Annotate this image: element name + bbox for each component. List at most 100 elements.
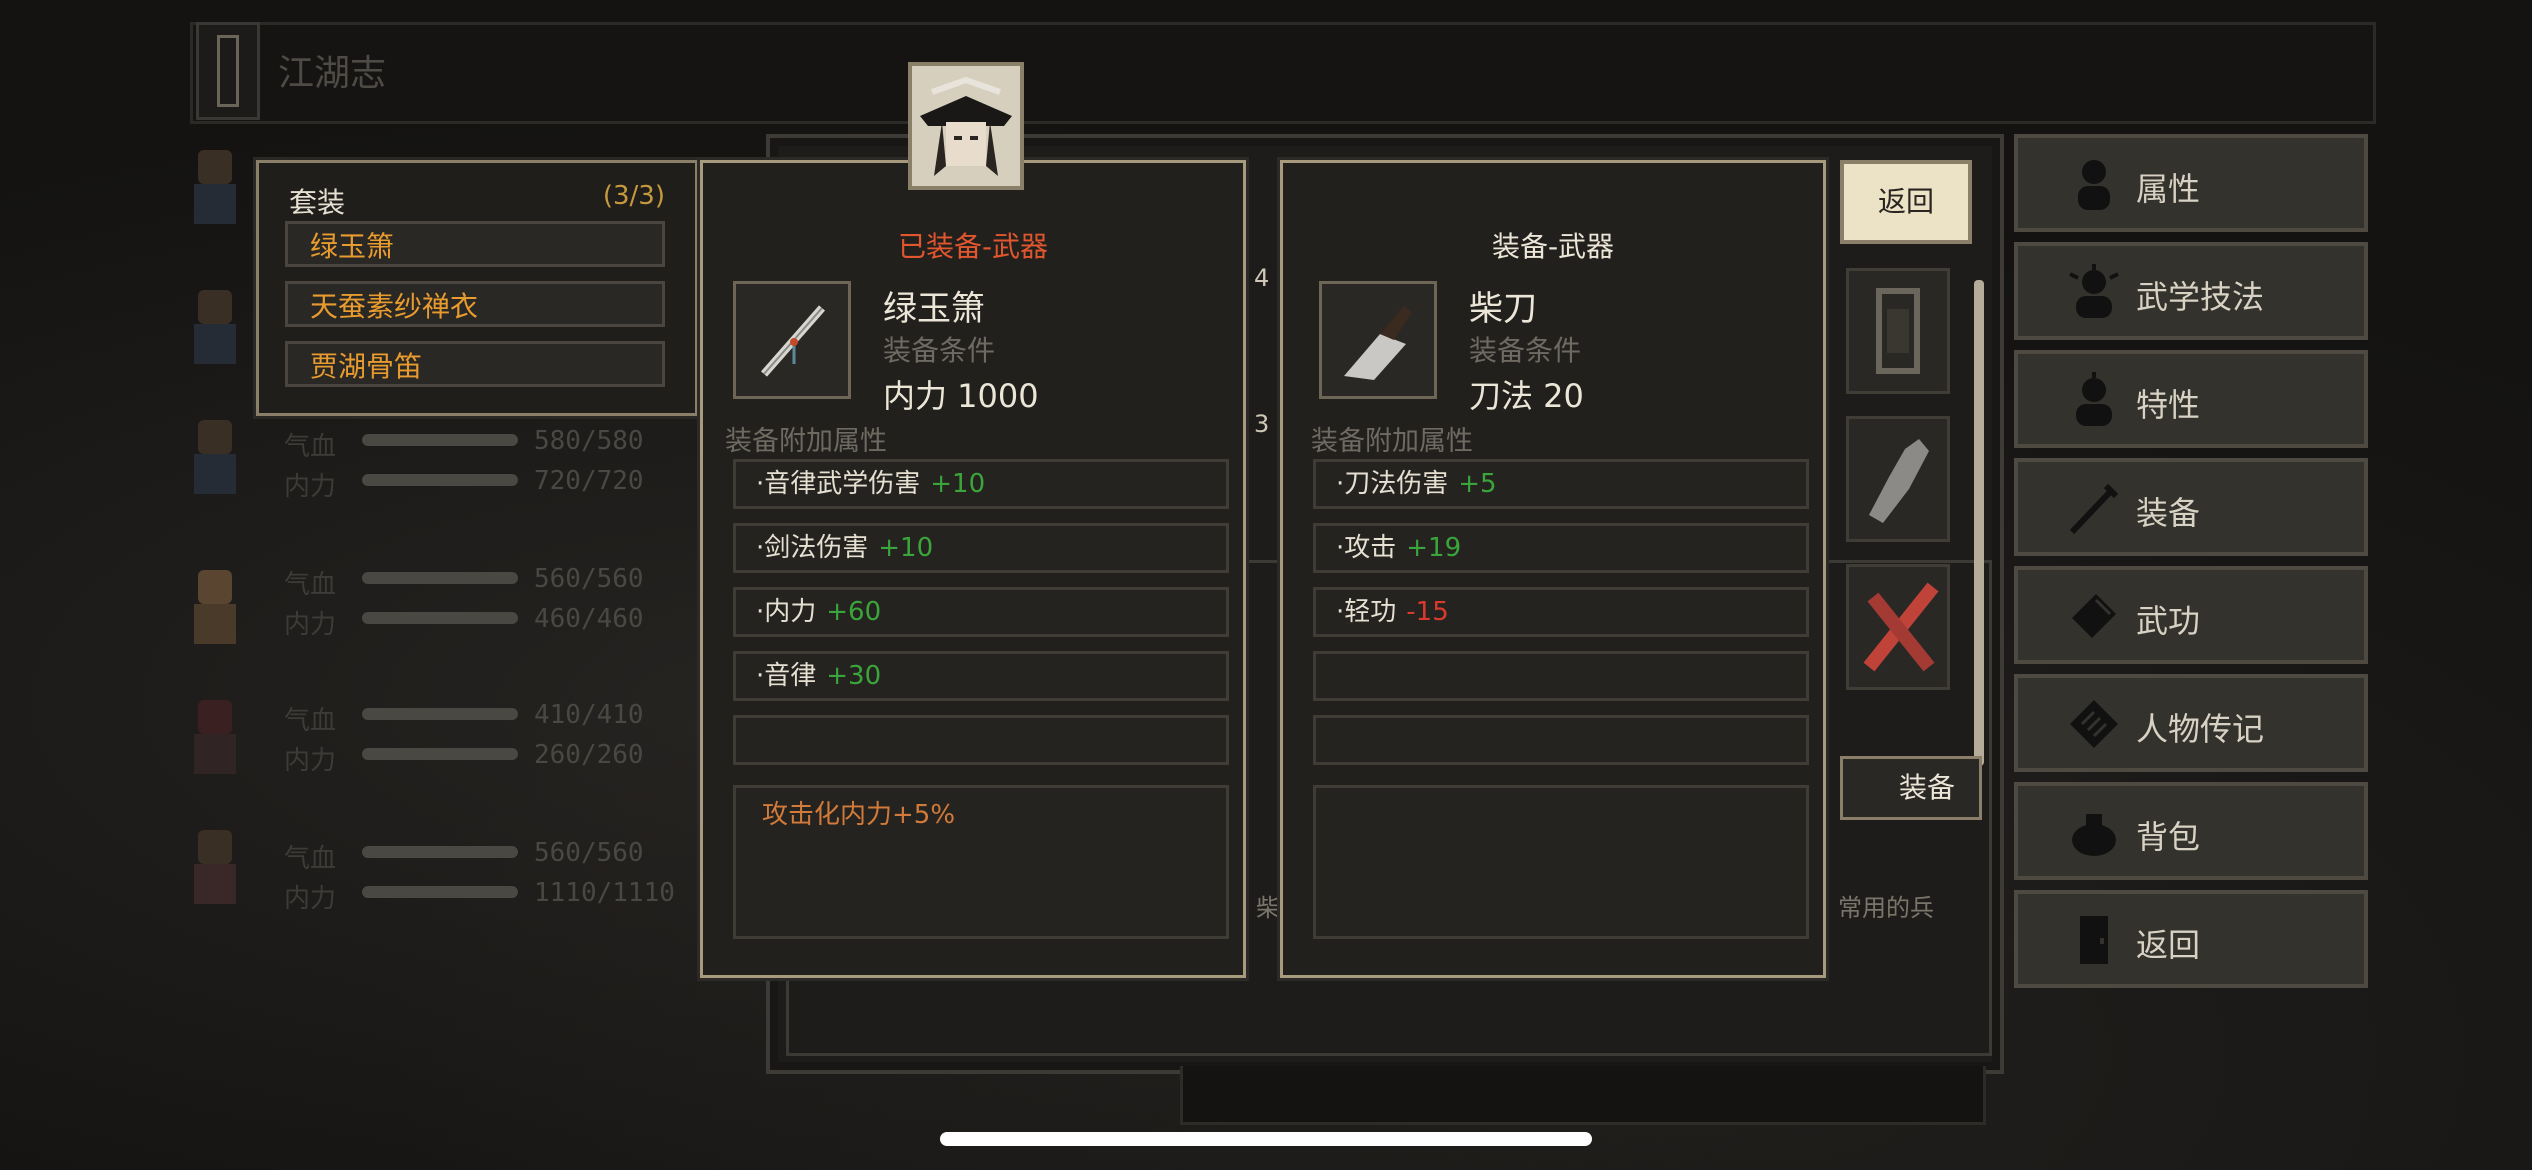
- equip-slot-weapon[interactable]: [1846, 564, 1950, 690]
- attribute-row: ·攻击 +19: [1313, 523, 1809, 573]
- cleaver-icon: [1344, 306, 1412, 380]
- equip-button[interactable]: 装备: [1840, 756, 1982, 820]
- item-name: 绿玉箫: [883, 289, 985, 329]
- menu-attributes[interactable]: 属性: [2014, 134, 2368, 232]
- attribute-label: 装备附加属性: [1311, 426, 1473, 457]
- hp-bar: [362, 846, 518, 858]
- sword-icon: [2069, 483, 2119, 535]
- card-header: 已装备-武器: [897, 230, 1049, 263]
- attribute-row-empty: [1313, 651, 1809, 701]
- menu-bag[interactable]: 背包: [2014, 782, 2368, 880]
- scroll-icon: [196, 22, 260, 120]
- set-count: (3/3): [602, 181, 665, 211]
- page-title: 江湖志: [278, 53, 387, 94]
- set-item[interactable]: 贾湖骨笛: [285, 341, 665, 387]
- lantern-icon: [1876, 288, 1920, 374]
- mp-bar: [362, 612, 518, 624]
- mp-label: 内力: [284, 610, 337, 640]
- card-header: 装备-武器: [1491, 230, 1615, 263]
- hp-bar: [362, 572, 518, 584]
- mp-value: 460/460: [534, 604, 644, 634]
- hp-value: 410/410: [534, 700, 644, 730]
- slot-mark: 柴: [1256, 894, 1280, 922]
- martial-skill-icon: [2069, 264, 2119, 318]
- attribute-row: ·剑法伤害 +10: [733, 523, 1229, 573]
- attribute-row-empty: [733, 715, 1229, 765]
- menu-traits[interactable]: 特性: [2014, 350, 2368, 448]
- requirement-label: 装备条件: [883, 334, 996, 367]
- mp-value: 1110/1110: [534, 878, 675, 908]
- hp-bar: [362, 434, 518, 446]
- set-bonus-panel: 套装 (3/3) 绿玉箫 天蚕素纱禅衣 贾湖骨笛: [253, 157, 701, 419]
- mp-bar: [362, 474, 518, 486]
- bottom-strip: [1180, 1066, 1986, 1125]
- unequip-weapon-icon: [1863, 582, 1939, 672]
- mp-value: 260/260: [534, 740, 644, 770]
- attribute-row: ·刀法伤害 +5: [1313, 459, 1809, 509]
- attribute-row: ·轻功 -15: [1313, 587, 1809, 637]
- party-portrait[interactable]: [180, 140, 250, 230]
- menu-return[interactable]: 返回: [2014, 890, 2368, 988]
- item-icon: [733, 281, 851, 399]
- mp-label: 内力: [284, 472, 337, 502]
- menu-equipment[interactable]: 装备: [2014, 458, 2368, 556]
- requirement-label: 装备条件: [1469, 334, 1582, 367]
- menu-martial-skills[interactable]: 武学技法: [2014, 242, 2368, 340]
- hp-value: 560/560: [534, 838, 644, 868]
- party-portrait[interactable]: [180, 560, 250, 650]
- attribute-row: ·内力 +60: [733, 587, 1229, 637]
- mp-value: 720/720: [534, 466, 644, 496]
- party-portrait[interactable]: [180, 820, 250, 910]
- book-icon: [2072, 594, 2116, 638]
- slot-mark: 3: [1254, 410, 1270, 438]
- glove-icon: [1869, 439, 1929, 523]
- mp-bar: [362, 886, 518, 898]
- hp-value: 560/560: [534, 564, 644, 594]
- set-title: 套装: [289, 186, 346, 219]
- requirement-value: 内力 1000: [883, 377, 1039, 415]
- hp-label: 气血: [284, 844, 337, 874]
- attribute-row: ·音律武学伤害 +10: [733, 459, 1229, 509]
- hp-label: 气血: [284, 570, 337, 600]
- mp-label: 内力: [284, 746, 337, 776]
- equip-slot-accessory[interactable]: [1846, 268, 1950, 394]
- requirement-value: 刀法 20: [1469, 377, 1584, 415]
- biography-icon: [2070, 700, 2118, 748]
- attribute-label: 装备附加属性: [725, 426, 887, 457]
- avatar: [912, 66, 1020, 186]
- trait-icon: [2076, 372, 2112, 426]
- party-portrait[interactable]: [180, 280, 250, 370]
- party-portrait[interactable]: [180, 690, 250, 780]
- return-button[interactable]: 返回: [1840, 160, 1972, 244]
- menu-biography[interactable]: 人物传记: [2014, 674, 2368, 772]
- equip-slot-glove[interactable]: [1846, 416, 1950, 542]
- party-portrait[interactable]: [180, 410, 250, 500]
- slot-scrollbar[interactable]: [1974, 280, 1984, 766]
- hp-label: 气血: [284, 432, 337, 462]
- attribute-row-empty: [1313, 715, 1809, 765]
- item-description-fragment: 常用的兵: [1838, 894, 1934, 922]
- mp-bar: [362, 748, 518, 760]
- hp-value: 580/580: [534, 426, 644, 456]
- hp-label: 气血: [284, 706, 337, 736]
- flute-icon: [760, 305, 826, 377]
- item-name: 柴刀: [1469, 289, 1537, 329]
- bag-icon: [2072, 814, 2116, 856]
- home-indicator: [940, 1132, 1592, 1146]
- title-bar: [190, 22, 2376, 124]
- menu-martial-arts[interactable]: 武功: [2014, 566, 2368, 664]
- equipped-item-card: 已装备-武器 绿玉箫 装备条件 内力 1000 装备附加属性 ·音律武学伤害 +1…: [697, 157, 1249, 981]
- slot-mark: 4: [1254, 264, 1270, 292]
- door-icon: [2080, 916, 2108, 964]
- mp-label: 内力: [284, 884, 337, 914]
- item-icon: [1319, 281, 1437, 399]
- hp-bar: [362, 708, 518, 720]
- set-item[interactable]: 天蚕素纱禅衣: [285, 281, 665, 327]
- item-effect-empty: [1313, 785, 1809, 939]
- character-portrait: [908, 62, 1024, 190]
- compare-item-card: 装备-武器 柴刀 装备条件 刀法 20 装备附加属性 ·刀法伤害 +5 ·攻击 +1…: [1277, 157, 1829, 981]
- attribute-row: ·音律 +30: [733, 651, 1229, 701]
- item-effect: 攻击化内力+5%: [733, 785, 1229, 939]
- set-item[interactable]: 绿玉箫: [285, 221, 665, 267]
- person-icon: [2078, 160, 2110, 210]
